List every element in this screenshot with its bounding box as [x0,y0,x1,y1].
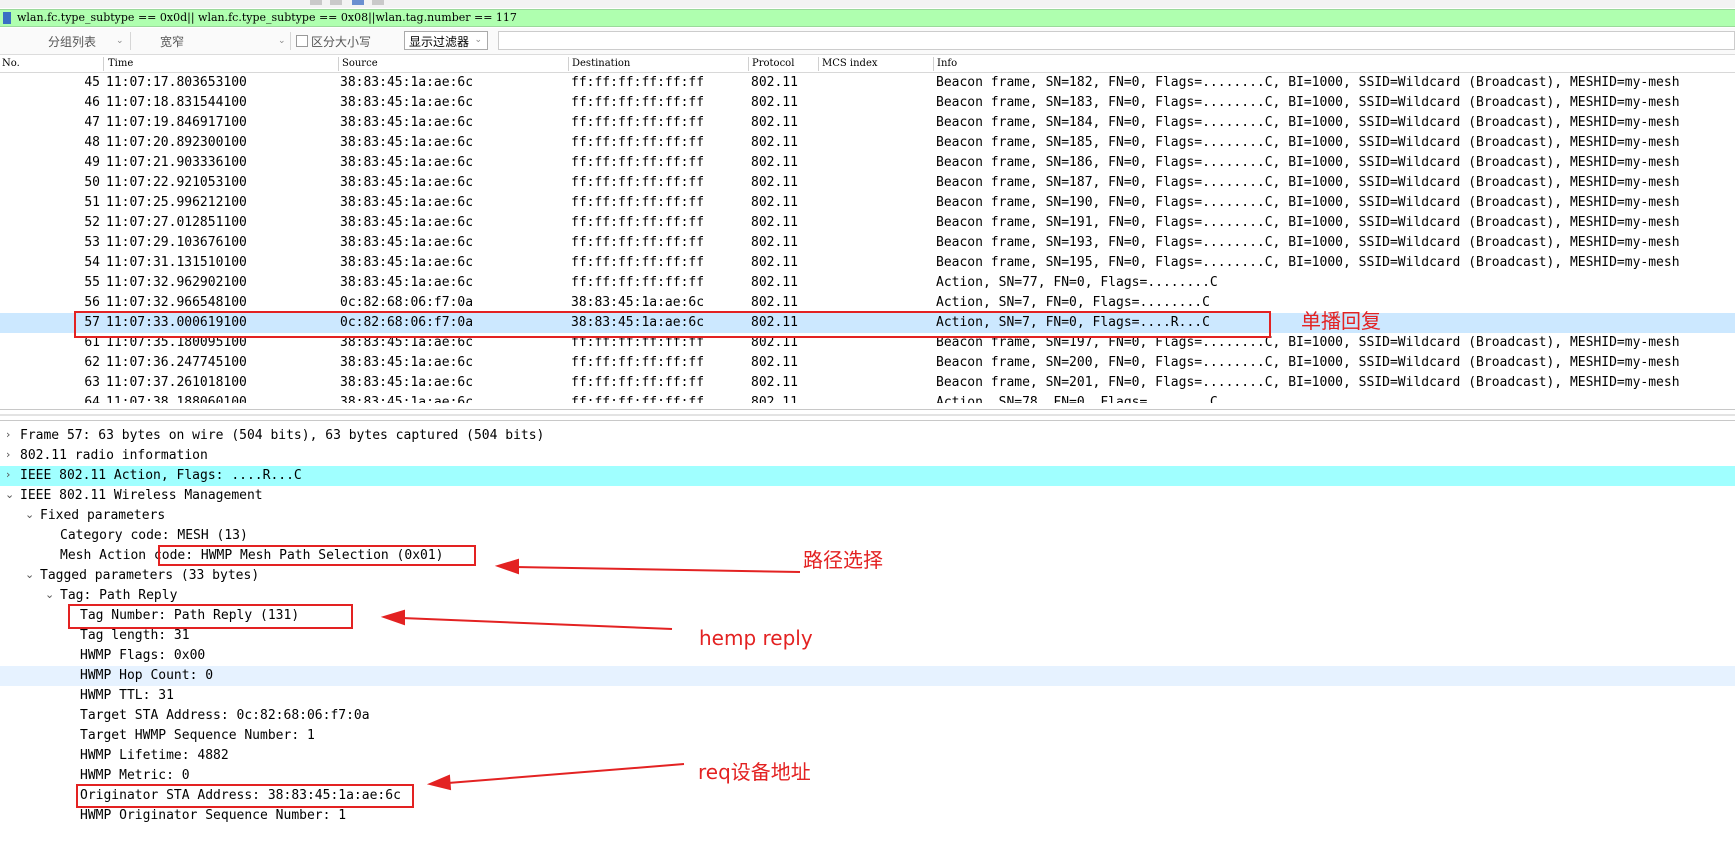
arrowhead-icon [494,558,519,575]
arrow-path-select [514,566,801,573]
arrow-req-address [447,763,685,784]
arrowhead-icon [380,609,405,626]
arrow-hemp-reply [401,617,673,630]
arrowhead-icon [426,774,452,791]
annotation-arrows [380,558,801,791]
